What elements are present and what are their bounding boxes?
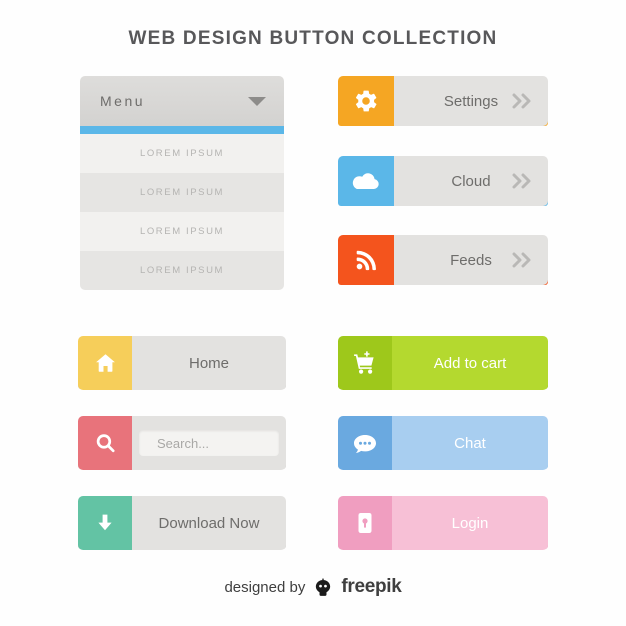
download-label: Download Now <box>158 514 260 532</box>
menu-header[interactable]: Menu <box>80 76 284 126</box>
freepik-logo-icon <box>312 576 334 598</box>
search-button[interactable]: Search... <box>78 416 286 470</box>
footer-credit: designed by freepik <box>0 576 626 598</box>
cloud-button[interactable]: Cloud <box>338 156 548 206</box>
chat-bubble-icon <box>338 416 392 470</box>
add-to-cart-button[interactable]: Add to cart <box>338 336 548 390</box>
menu-accordion: Menu LOREM IPSUM LOREM IPSUM LOREM IPSUM… <box>80 76 284 290</box>
download-button[interactable]: Download Now <box>78 496 286 550</box>
chevron-down-icon <box>248 96 266 106</box>
cloud-icon <box>338 156 394 206</box>
login-label: Login <box>451 514 489 532</box>
search-field-wrap: Search... <box>132 416 286 470</box>
double-chevron-right-icon <box>508 250 534 270</box>
feeds-button[interactable]: Feeds <box>338 235 548 285</box>
login-label-wrap: Login <box>392 496 548 550</box>
magnifier-icon <box>78 416 132 470</box>
double-chevron-right-icon <box>508 91 534 111</box>
chat-label-wrap: Chat <box>392 416 548 470</box>
home-label: Home <box>188 354 229 372</box>
shopping-cart-icon <box>338 336 392 390</box>
menu-header-label: Menu <box>100 93 146 109</box>
page-title: WEB DESIGN BUTTON COLLECTION <box>128 28 498 49</box>
home-icon <box>78 336 132 390</box>
double-chevron-right-icon <box>508 171 534 191</box>
rss-icon <box>338 235 394 285</box>
lock-icon <box>338 496 392 550</box>
menu-accent-bar <box>80 126 284 134</box>
footer-prefix: designed by <box>224 578 306 596</box>
footer-brand: freepik <box>341 576 402 597</box>
menu-item-1[interactable]: LOREM IPSUM <box>80 134 284 173</box>
cloud-label: Cloud <box>451 172 491 190</box>
download-arrow-icon <box>78 496 132 550</box>
menu-item-3[interactable]: LOREM IPSUM <box>80 212 284 251</box>
login-button[interactable]: Login <box>338 496 548 550</box>
add-to-cart-label: Add to cart <box>433 354 507 372</box>
settings-button[interactable]: Settings <box>338 76 548 126</box>
search-input[interactable]: Search... <box>139 430 279 456</box>
gear-icon <box>338 76 394 126</box>
menu-item-4[interactable]: LOREM IPSUM <box>80 251 284 290</box>
home-label-wrap: Home <box>132 336 286 390</box>
download-label-wrap: Download Now <box>132 496 286 550</box>
chat-label: Chat <box>454 434 486 452</box>
poster-canvas: WEB DESIGN BUTTON COLLECTION Menu LOREM … <box>0 0 626 626</box>
menu-item-2[interactable]: LOREM IPSUM <box>80 173 284 212</box>
add-to-cart-label-wrap: Add to cart <box>392 336 548 390</box>
home-button[interactable]: Home <box>78 336 286 390</box>
feeds-label: Feeds <box>450 251 492 269</box>
chat-button[interactable]: Chat <box>338 416 548 470</box>
settings-label: Settings <box>443 92 499 110</box>
